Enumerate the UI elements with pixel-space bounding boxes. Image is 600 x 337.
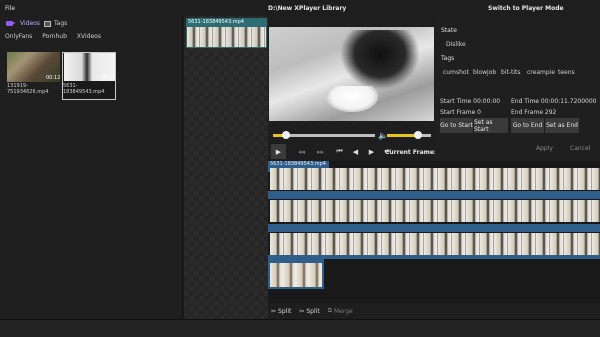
scissors-icon: ✂ bbox=[299, 307, 305, 315]
timeline-label: 5631-183849543.mp4 bbox=[268, 161, 329, 168]
end-time: End Time 00:00:11.7200000 bbox=[511, 98, 597, 105]
go-to-start-button[interactable]: Go to Start bbox=[440, 118, 473, 133]
seek-handle[interactable] bbox=[282, 131, 290, 139]
category-list: OnlyFans Pornhub XVideos bbox=[5, 33, 101, 40]
go-to-end-button[interactable]: Go to End bbox=[511, 118, 544, 133]
video-duration-1: 00:12 bbox=[46, 75, 61, 81]
category-pornhub[interactable]: Pornhub bbox=[42, 33, 67, 40]
video-frame-bowl bbox=[326, 86, 378, 112]
tag-chip[interactable]: blowjob bbox=[473, 69, 496, 76]
fast-forward-icon[interactable]: ▸▸ bbox=[313, 144, 328, 159]
timeline-track-band bbox=[268, 228, 600, 232]
step-forward-icon[interactable]: ▶ bbox=[364, 144, 379, 159]
category-xvideos[interactable]: XVideos bbox=[77, 33, 101, 40]
prev-frame-icon[interactable]: ⏮ bbox=[332, 144, 347, 159]
video-frame-subject bbox=[340, 30, 420, 90]
tags-icon bbox=[44, 20, 51, 27]
scissors-icon: ✂ bbox=[271, 307, 277, 315]
state-label: State bbox=[441, 27, 457, 34]
timeline-filmstrip-row[interactable] bbox=[268, 258, 324, 289]
clip-label: 5631-183849543.mp4 bbox=[186, 18, 267, 26]
start-frame: Start Frame 0 bbox=[440, 109, 481, 116]
tab-tags-label: Tags bbox=[54, 20, 68, 27]
step-back-icon[interactable]: ◀ bbox=[348, 144, 363, 159]
clip-filmstrip[interactable] bbox=[186, 26, 267, 48]
merge-icon: ⧉ bbox=[327, 307, 332, 314]
switch-player-mode-button[interactable]: Switch to Player Mode bbox=[488, 5, 564, 12]
status-bar bbox=[0, 319, 600, 337]
tab-tags[interactable]: Tags bbox=[44, 20, 67, 27]
video-icon bbox=[6, 21, 16, 26]
set-as-end-button[interactable]: Set as End bbox=[545, 118, 579, 133]
split-button[interactable]: ✂ Split bbox=[299, 308, 319, 315]
tab-videos-label: Videos bbox=[20, 20, 40, 27]
timeline-filmstrip-row[interactable] bbox=[270, 233, 600, 255]
window-title: D:\New XPlayer Library bbox=[268, 5, 347, 12]
category-onlyfans[interactable]: OnlyFans bbox=[5, 33, 32, 40]
tag-chip[interactable]: cumshot bbox=[443, 69, 469, 76]
merge-button[interactable]: ⧉ Merge bbox=[328, 307, 353, 315]
video-name-2: 5631-183849543.mp4 bbox=[63, 83, 105, 95]
clip-panel bbox=[184, 16, 268, 319]
edit-toolbar: ✂ Split ✂ Split ⧉ Merge bbox=[268, 303, 600, 319]
state-value[interactable]: Dislike bbox=[446, 41, 466, 48]
timeline-track-band bbox=[268, 195, 600, 199]
file-menu[interactable]: File bbox=[5, 5, 15, 12]
timeline-filmstrip-row[interactable] bbox=[270, 200, 600, 222]
volume-handle[interactable] bbox=[414, 131, 422, 139]
timeline-filmstrip-row[interactable] bbox=[270, 168, 600, 190]
video-duration-2: 00:11 bbox=[101, 75, 116, 81]
tag-chip[interactable]: bit-tits bbox=[501, 69, 521, 76]
video-name-1: 131919-751934626.mp4 bbox=[7, 83, 49, 95]
cancel-button[interactable]: Cancel bbox=[570, 145, 590, 152]
tab-videos[interactable]: Videos bbox=[6, 20, 40, 27]
split-button[interactable]: ✂ Split bbox=[271, 308, 291, 315]
tag-chip[interactable]: creampie bbox=[527, 69, 555, 76]
set-as-start-button[interactable]: Set as Start bbox=[474, 118, 508, 133]
apply-button[interactable]: Apply bbox=[536, 145, 553, 152]
start-time: Start Time 00:00:00 bbox=[440, 98, 501, 105]
end-frame: End Frame 292 bbox=[511, 109, 557, 116]
rewind-icon[interactable]: ◂◂ bbox=[294, 144, 309, 159]
tag-chip[interactable]: teens bbox=[558, 69, 575, 76]
tags-label: Tags bbox=[441, 55, 455, 62]
play-button[interactable]: ▶ bbox=[271, 144, 286, 159]
properties-panel bbox=[435, 16, 600, 161]
